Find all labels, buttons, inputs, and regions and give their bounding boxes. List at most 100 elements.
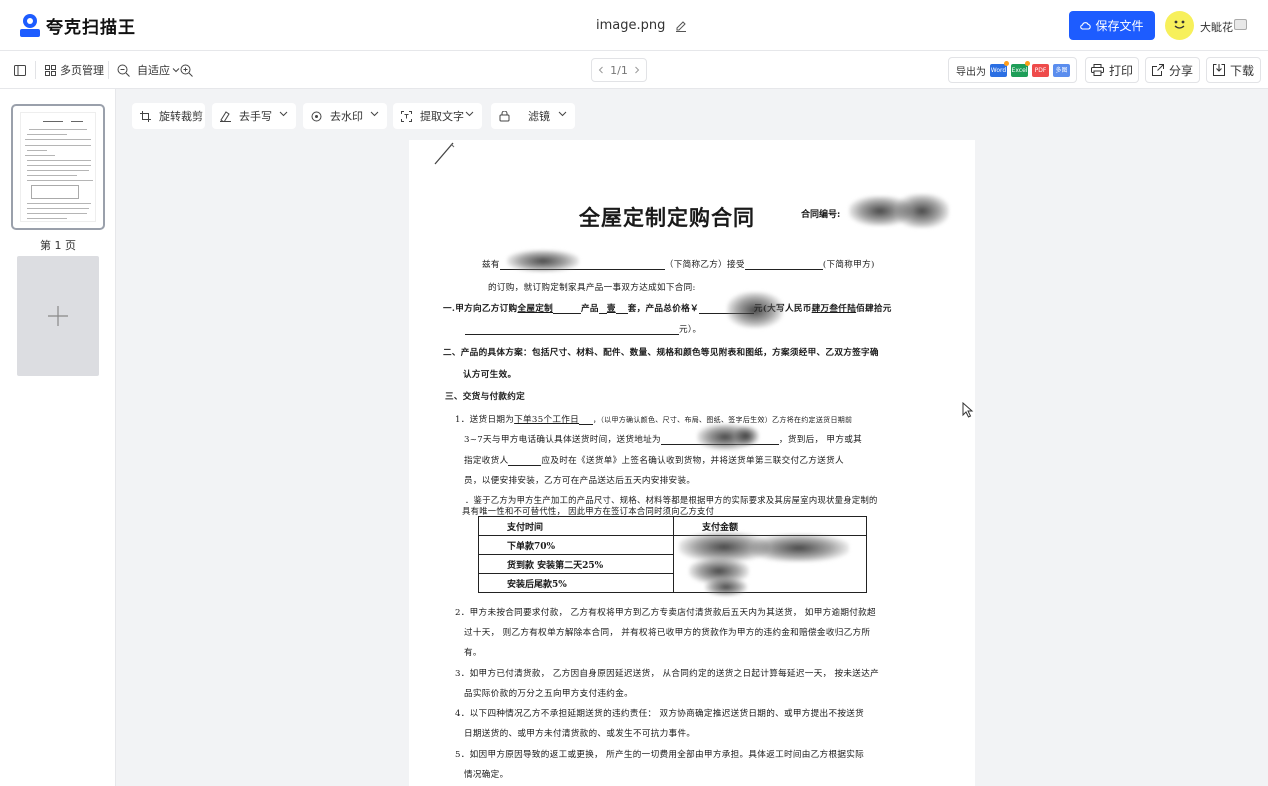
doc-line: 认方可生效。 bbox=[463, 370, 517, 380]
scanned-document: 全屋定制定购合同 合同编号: 兹有 （下简称乙方）接受 (下简称甲方) 的订购，就订… bbox=[409, 140, 975, 786]
doc-line: 元）。 bbox=[465, 323, 701, 335]
filter-label: 滤镜 bbox=[528, 110, 550, 123]
extract-text-tool[interactable]: 提取文字 bbox=[393, 103, 482, 129]
doc-line: 情况确定。 bbox=[464, 770, 509, 780]
doc-line: 3~7天与甲方电话确认具体送货时间，送货地址为 ，货到后， 甲方或其 bbox=[464, 435, 862, 445]
document-title: 全屋定制定购合同 bbox=[579, 205, 755, 230]
doc-line: 二、产品的具体方案：包括尺寸、材料、配件、数量、规格和颜色等见附表和图纸，方案须… bbox=[443, 348, 879, 358]
edit-icon[interactable] bbox=[675, 20, 687, 32]
sidebar-toggle-icon bbox=[14, 64, 26, 76]
share-label: 分享 bbox=[1168, 63, 1193, 78]
doc-line: 1．送货日期为下单35个工作日 ，（以甲方确认颜色、尺寸、布局、图纸、签字后生效）… bbox=[455, 415, 853, 425]
table-cell: 下单款70% bbox=[478, 535, 674, 555]
next-page-icon[interactable] bbox=[634, 66, 640, 74]
page-navigator: 1/1 bbox=[591, 58, 647, 82]
export-word-icon[interactable]: Word bbox=[990, 60, 1009, 77]
multi-page-label: 多页管理 bbox=[60, 64, 104, 77]
export-label: 导出为 bbox=[956, 66, 986, 78]
table-cell: 安装后尾款5% bbox=[478, 573, 674, 593]
export-pdf-icon[interactable]: PDF bbox=[1032, 63, 1049, 77]
cloud-icon bbox=[1080, 22, 1092, 30]
app-logo[interactable]: 夸克扫描王 bbox=[20, 13, 136, 38]
toggle-sidebar-button[interactable] bbox=[14, 59, 26, 81]
doc-line: 的订购，就订购定制家具产品一事双方达成如下合同: bbox=[488, 283, 696, 293]
table-header: 支付时间 bbox=[478, 516, 674, 536]
remove-handwriting-label: 去手写 bbox=[239, 110, 272, 123]
export-excel-icon[interactable]: Excel bbox=[1011, 60, 1030, 77]
doc-line: 过十天， 则乙方有权单方解除本合同， 并有权将已收甲方的货款作为甲方的违约金和赔… bbox=[464, 628, 871, 638]
doc-line: 指定收货人 应及时在《送货单》上签名确认收到货物，并将送货单第三联交付乙方送货人 bbox=[464, 456, 844, 466]
zoom-in-icon bbox=[180, 64, 193, 77]
toolbar: 多页管理 自适应 1/1 导出为 Word Excel PDF 多图 打印 分享… bbox=[0, 51, 1268, 89]
save-file-button[interactable]: 保存文件 bbox=[1069, 11, 1155, 40]
share-button[interactable]: 分享 bbox=[1145, 57, 1200, 83]
page-thumbnail[interactable] bbox=[11, 104, 105, 230]
app-name: 夸克扫描王 bbox=[46, 18, 136, 38]
crop-icon bbox=[140, 110, 151, 122]
download-button[interactable]: 下载 bbox=[1206, 57, 1261, 83]
table-cell: 货到款 安装第二天25% bbox=[478, 554, 674, 574]
watermark-icon bbox=[311, 111, 322, 121]
username[interactable]: 大眦花 bbox=[1200, 19, 1233, 35]
doc-line: 3．如甲方已付清货款， 乙方因自身原因延迟送货， 从合同约定的送货之日起计算每延… bbox=[455, 669, 879, 679]
add-page-button[interactable] bbox=[17, 256, 99, 376]
prev-page-icon[interactable] bbox=[598, 66, 604, 74]
text-scan-icon bbox=[401, 110, 412, 122]
eraser-icon bbox=[220, 110, 231, 122]
editor-canvas: 旋转裁剪 去手写 去水印 提取文字 滤镜 全屋定制定购合同 合同编号: 兹有 （下… bbox=[116, 89, 1268, 786]
print-label: 打印 bbox=[1108, 63, 1133, 78]
rotate-crop-label: 旋转裁剪 bbox=[159, 110, 203, 123]
remove-handwriting-tool[interactable]: 去手写 bbox=[212, 103, 296, 129]
mouse-cursor-icon bbox=[962, 402, 974, 418]
extract-text-label: 提取文字 bbox=[420, 110, 464, 123]
printer-icon bbox=[1090, 64, 1104, 76]
chevron-down-icon bbox=[558, 111, 567, 117]
smiley-icon bbox=[1174, 20, 1185, 29]
download-label: 下载 bbox=[1229, 63, 1254, 78]
export-menu[interactable]: 导出为 Word Excel PDF 多图 bbox=[948, 57, 1077, 83]
logo-icon bbox=[20, 13, 40, 38]
doc-line: 品实际价款的万分之五向甲方支付违约金。 bbox=[464, 689, 633, 699]
app-header: 夸克扫描王 image.png 保存文件 大眦花 bbox=[0, 0, 1268, 51]
doc-line: 员，以便安排安装，乙方可在产品送达后五天内安排安装。 bbox=[464, 476, 696, 486]
file-name: image.png bbox=[596, 18, 666, 33]
zoom-label: 自适应 bbox=[137, 64, 170, 77]
avatar[interactable] bbox=[1165, 11, 1194, 40]
zoom-out-button[interactable] bbox=[117, 59, 130, 81]
filter-tool[interactable]: 滤镜 bbox=[491, 103, 575, 129]
doc-line: 4．以下四种情况乙方不承担延期送货的违约责任： 双方协商确定推迟送货日期的、或甲… bbox=[455, 709, 865, 719]
multi-page-button[interactable]: 多页管理 bbox=[45, 59, 104, 81]
doc-line: 有。 bbox=[464, 648, 482, 658]
chevron-down-icon bbox=[370, 111, 379, 117]
contract-number-label: 合同编号: bbox=[801, 210, 841, 220]
doc-line: 2．甲方未按合同要求付款， 乙方有权将甲方到乙方专卖店付清货款后五天内为其送货，… bbox=[455, 608, 876, 618]
vip-badge-icon bbox=[1234, 19, 1247, 30]
zoom-out-icon bbox=[117, 64, 130, 77]
print-button[interactable]: 打印 bbox=[1085, 57, 1139, 83]
table-row: 安装后尾款5% bbox=[478, 573, 867, 593]
chevron-down-icon bbox=[172, 68, 180, 73]
doc-line: 一.甲方向乙方订购全屋定制产品壹套，产品总价格￥元(大写人民币肆万叁仟陆佰肆拾元 bbox=[443, 304, 892, 314]
page-indicator: 1/1 bbox=[610, 63, 628, 77]
grid-icon bbox=[45, 64, 56, 76]
file-title: image.png bbox=[596, 18, 687, 33]
download-icon bbox=[1212, 64, 1225, 76]
doc-line: 5．如因甲方原因导致的返工或更换， 所产生的一切费用全部由甲方承担。具体返工时间… bbox=[455, 750, 865, 760]
doc-line: 三、交货与付款约定 bbox=[445, 392, 526, 402]
zoom-select[interactable]: 自适应 bbox=[137, 59, 180, 81]
share-icon bbox=[1151, 64, 1164, 76]
page-thumbnail-sidebar: 第 1 页 bbox=[0, 89, 116, 786]
remove-watermark-label: 去水印 bbox=[330, 110, 363, 123]
zoom-in-button[interactable] bbox=[180, 59, 193, 81]
filter-icon bbox=[499, 110, 510, 121]
export-multi-image-icon[interactable]: 多图 bbox=[1053, 63, 1070, 77]
chevron-down-icon bbox=[465, 111, 474, 117]
doc-line: 日期送货的、或甲方未付清货款的、或发生不可抗力事件。 bbox=[464, 729, 696, 739]
pen-mark-icon bbox=[434, 142, 455, 165]
plus-icon bbox=[48, 306, 68, 326]
page-label: 第 1 页 bbox=[40, 239, 76, 252]
save-file-label: 保存文件 bbox=[1095, 19, 1144, 33]
remove-watermark-tool[interactable]: 去水印 bbox=[303, 103, 387, 129]
chevron-down-icon bbox=[279, 111, 288, 117]
rotate-crop-tool[interactable]: 旋转裁剪 bbox=[132, 103, 205, 129]
